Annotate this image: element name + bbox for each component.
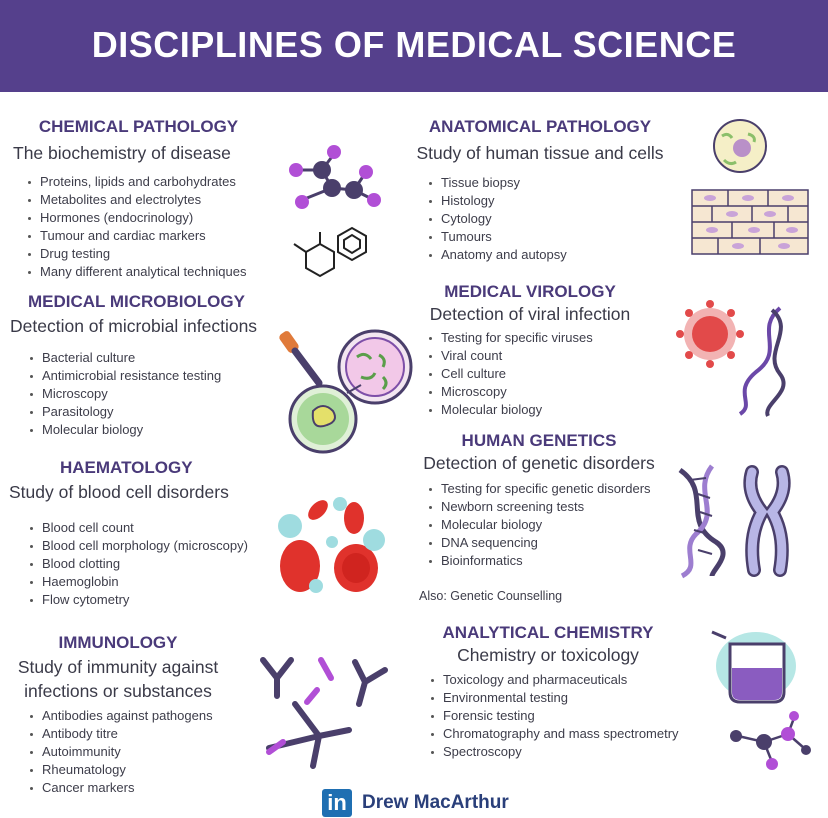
section-subtitle: Detection of microbial infections <box>10 316 258 336</box>
list-item: Molecular biology <box>28 421 221 439</box>
list-item: Antimicrobial resistance testing <box>28 367 221 385</box>
list-item: Newborn screening tests <box>427 498 651 516</box>
list-item: Anatomy and autopsy <box>427 246 567 264</box>
medical-virology-list: Testing for specific viruses Viral count… <box>427 317 593 419</box>
list-item: Haemoglobin <box>28 573 248 591</box>
list-item: Chromatography and mass spectrometry <box>429 725 679 743</box>
chemical-pathology-list: Proteins, lipids and carbohydrates Metab… <box>26 161 246 281</box>
list-item: Molecular biology <box>427 401 593 419</box>
list-item: Viral count <box>427 347 593 365</box>
list-item: Testing for specific viruses <box>427 329 593 347</box>
list-item: Blood cell count <box>28 519 248 537</box>
list-item: Forensic testing <box>429 707 679 725</box>
list-item: Toxicology and pharmaceuticals <box>429 671 679 689</box>
section-chemical-pathology: CHEMICAL PATHOLOGY The biochemistry of d… <box>0 117 277 165</box>
author-credit: in Drew MacArthur <box>322 788 509 818</box>
haematology-list: Blood cell count Blood cell morphology (… <box>28 507 248 609</box>
list-item: Proteins, lipids and carbohydrates <box>26 173 246 191</box>
author-name: Drew MacArthur <box>362 792 509 813</box>
title-banner: DISCIPLINES OF MEDICAL SCIENCE <box>0 0 828 92</box>
beaker-icon <box>711 630 811 770</box>
list-item: Cell culture <box>427 365 593 383</box>
section-subtitle: Study of blood cell disorders <box>9 482 229 502</box>
list-item: Parasitology <box>28 403 221 421</box>
list-item: Flow cytometry <box>28 591 248 609</box>
list-item: Hormones (endocrinology) <box>26 209 246 227</box>
immunology-list: Antibodies against pathogens Antibody ti… <box>28 695 213 797</box>
antibody-icon <box>260 657 388 769</box>
section-heading: ANALYTICAL CHEMISTRY <box>442 623 654 642</box>
list-item: Metabolites and electrolytes <box>26 191 246 209</box>
section-heading: MEDICAL MICROBIOLOGY <box>28 292 245 311</box>
list-item: Bacterial culture <box>28 349 221 367</box>
medical-microbiology-list: Bacterial culture Antimicrobial resistan… <box>28 337 221 439</box>
page-title: DISCIPLINES OF MEDICAL SCIENCE <box>91 24 737 65</box>
section-heading: HUMAN GENETICS <box>461 431 617 450</box>
list-item: DNA sequencing <box>427 534 651 552</box>
medical-microbiology-body: Detection of microbial infections <box>10 310 257 338</box>
list-item: Cytology <box>427 210 567 228</box>
list-item: Drug testing <box>26 245 246 263</box>
list-item: Spectroscopy <box>429 743 679 761</box>
section-subtitle-line1: Study of immunity against <box>17 657 219 677</box>
linkedin-icon: in <box>322 789 352 817</box>
section-immunology: IMMUNOLOGY Study of immunity against inf… <box>0 633 236 703</box>
list-item: Molecular biology <box>427 516 651 534</box>
section-heading: ANATOMICAL PATHOLOGY <box>428 117 652 136</box>
list-item: Microscopy <box>427 383 593 401</box>
list-item: Tumours <box>427 228 567 246</box>
section-haematology: HAEMATOLOGY <box>60 458 193 478</box>
list-item: Autoimmunity <box>28 743 213 761</box>
section-heading: HAEMATOLOGY <box>60 458 193 477</box>
list-item: Testing for specific genetic disorders <box>427 480 651 498</box>
molecule-icon <box>289 145 381 278</box>
human-genetics-note: Also: Genetic Counselling <box>419 589 563 603</box>
list-item: Antibodies against pathogens <box>28 707 213 725</box>
blood-cells-icon <box>278 497 385 593</box>
list-item: Tissue biopsy <box>427 174 567 192</box>
virus-icon <box>676 300 786 417</box>
analytical-chemistry-list: Toxicology and pharmaceuticals Environme… <box>429 659 679 761</box>
anatomical-pathology-list: Tissue biopsy Histology Cytology Tumours… <box>427 162 567 264</box>
list-item: Environmental testing <box>429 689 679 707</box>
section-heading: IMMUNOLOGY <box>58 633 178 652</box>
list-item: Blood cell morphology (microscopy) <box>28 537 248 555</box>
list-item: Histology <box>427 192 567 210</box>
section-anatomical-pathology: ANATOMICAL PATHOLOGY Study of human tiss… <box>400 117 680 165</box>
section-medical-microbiology: MEDICAL MICROBIOLOGY <box>28 292 245 312</box>
list-item: Cancer markers <box>28 779 213 797</box>
haematology-body: Study of blood cell disorders <box>9 476 229 504</box>
dna-chromosome-icon <box>678 464 791 579</box>
section-heading: CHEMICAL PATHOLOGY <box>38 117 239 136</box>
list-item: Blood clotting <box>28 555 248 573</box>
list-item: Tumour and cardiac markers <box>26 227 246 245</box>
list-item: Bioinformatics <box>427 552 651 570</box>
tissue-cell-icon <box>691 119 809 255</box>
human-genetics-list: Testing for specific genetic disorders N… <box>427 468 651 570</box>
petri-dish-icon <box>279 329 413 454</box>
list-item: Microscopy <box>28 385 221 403</box>
section-heading: MEDICAL VIROLOGY <box>444 282 616 301</box>
list-item: Many different analytical techniques <box>26 263 246 281</box>
list-item: Rheumatology <box>28 761 213 779</box>
list-item: Antibody titre <box>28 725 213 743</box>
